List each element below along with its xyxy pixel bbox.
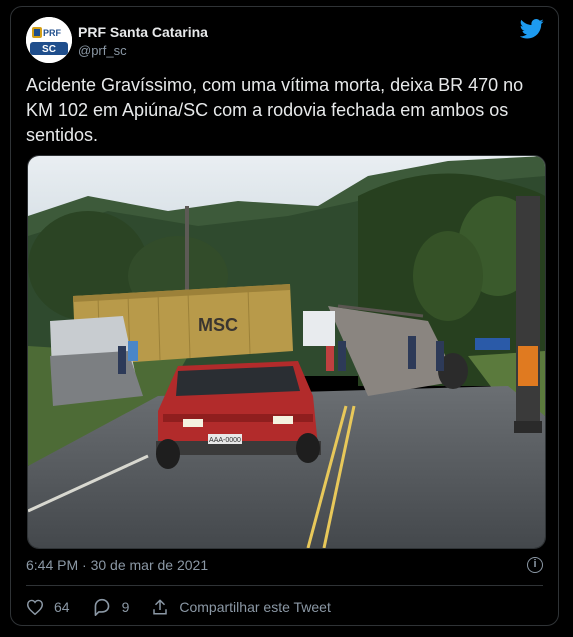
- tweet-card: PRF SC PRF Santa Catarina @prf_sc Aciden…: [10, 6, 559, 626]
- avatar[interactable]: PRF SC: [26, 17, 72, 63]
- share-button[interactable]: Compartilhar este Tweet: [151, 598, 331, 616]
- share-icon: [153, 599, 168, 615]
- heart-icon: [26, 599, 44, 615]
- reply-count: 9: [121, 599, 130, 615]
- author-name[interactable]: PRF Santa Catarina: [78, 24, 208, 40]
- share-label: Compartilhar este Tweet: [179, 599, 331, 615]
- accident-scene-image: MSC AAA-0000: [28, 156, 545, 548]
- like-count: 64: [54, 599, 70, 615]
- divider: [26, 585, 543, 586]
- prf-logo: PRF SC: [26, 17, 72, 63]
- twitter-bird-icon[interactable]: [520, 19, 544, 39]
- tweet-photo[interactable]: MSC AAA-0000: [27, 155, 546, 549]
- avatar-top-text: PRF: [43, 28, 62, 38]
- like-button[interactable]: 64: [26, 599, 70, 615]
- car-plate: AAA-0000: [209, 437, 241, 444]
- tweet-timestamp[interactable]: 6:44 PM · 30 de mar de 2021: [26, 557, 208, 573]
- tweet-text: Acidente Gravíssimo, com uma vítima mort…: [26, 75, 524, 145]
- avatar-bottom-text: SC: [42, 44, 56, 55]
- reply-icon: [94, 598, 109, 616]
- tweet-actions: 64 9 Compartilhar este Tweet: [26, 597, 353, 617]
- reply-button[interactable]: 9: [92, 598, 130, 616]
- info-icon[interactable]: i: [527, 557, 543, 573]
- author-handle[interactable]: @prf_sc: [78, 43, 127, 58]
- container-label: MSC: [198, 315, 238, 335]
